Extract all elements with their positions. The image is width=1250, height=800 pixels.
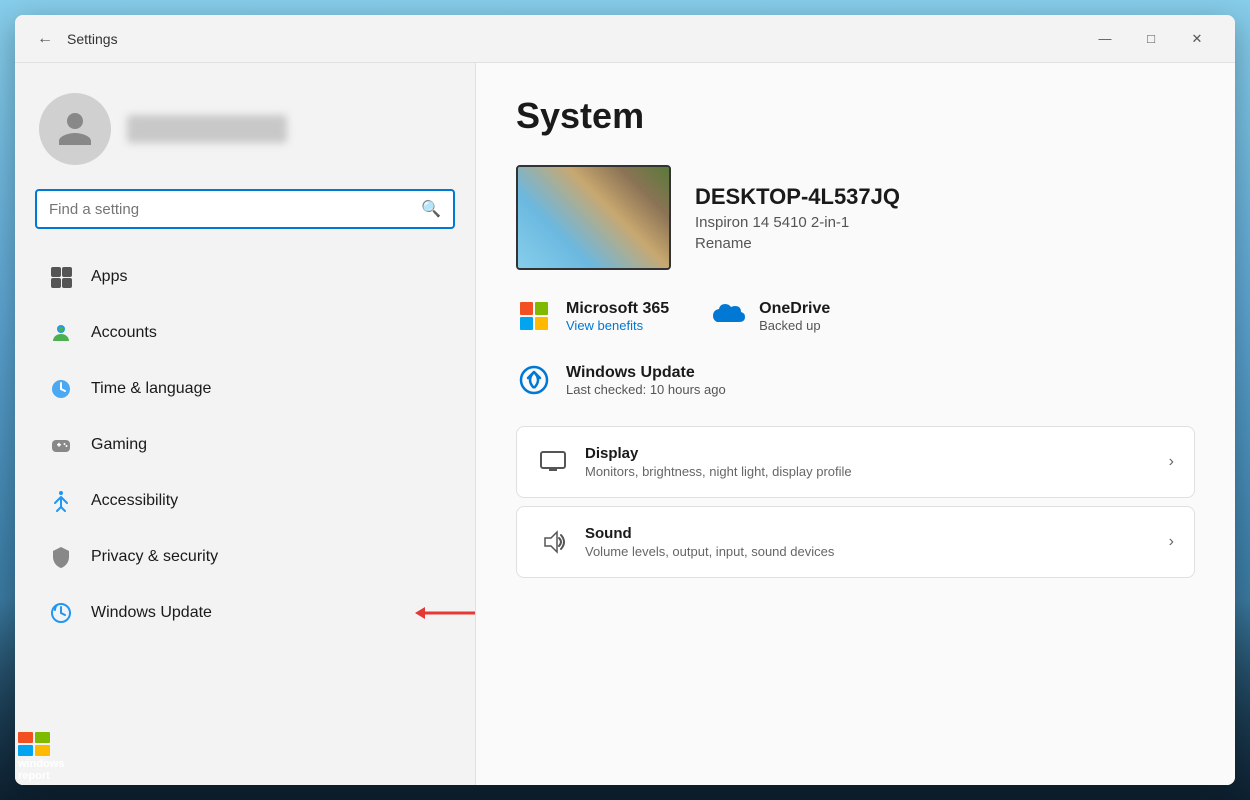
sound-chevron: › <box>1169 533 1174 551</box>
accessibility-icon <box>47 487 75 515</box>
accessibility-label: Accessibility <box>91 492 178 510</box>
title-bar: ← Settings — □ ✕ <box>15 15 1235 63</box>
window-title: Settings <box>67 31 1083 47</box>
rename-link[interactable]: Rename <box>695 235 900 252</box>
update-info: Windows Update Last checked: 10 hours ag… <box>566 364 726 397</box>
display-icon <box>537 446 569 478</box>
sound-name: Sound <box>585 525 1153 542</box>
accounts-label: Accounts <box>91 324 157 342</box>
watermark: windows report <box>18 732 64 782</box>
ms365-info: Microsoft 365 View benefits <box>566 300 669 333</box>
sidebar-item-privacy-security[interactable]: Privacy & security <box>23 529 467 585</box>
nav-items: Apps Accounts <box>15 249 475 641</box>
red-arrow-annotation <box>415 601 475 625</box>
privacy-security-label: Privacy & security <box>91 548 218 566</box>
pc-model: Inspiron 14 5410 2-in-1 <box>695 214 900 231</box>
apps-label: Apps <box>91 268 127 286</box>
onedrive-name: OneDrive <box>759 300 830 318</box>
gaming-icon <box>47 431 75 459</box>
sidebar-item-time-language[interactable]: Time & language <box>23 361 467 417</box>
settings-cards: Display Monitors, brightness, night ligh… <box>516 426 1195 578</box>
sidebar: 🔍 Apps <box>15 63 475 785</box>
sidebar-item-accounts[interactable]: Accounts <box>23 305 467 361</box>
pc-thumbnail <box>516 165 671 270</box>
time-icon <box>47 375 75 403</box>
avatar[interactable] <box>39 93 111 165</box>
display-info: Display Monitors, brightness, night ligh… <box>585 445 1153 479</box>
update-sub: Last checked: 10 hours ago <box>566 382 726 397</box>
apps-icon <box>47 263 75 291</box>
close-button[interactable]: ✕ <box>1175 23 1219 55</box>
maximize-button[interactable]: □ <box>1129 23 1173 55</box>
main-layout: 🔍 Apps <box>15 63 1235 785</box>
ms365-service[interactable]: Microsoft 365 View benefits <box>516 298 669 334</box>
update-row-icon <box>516 362 552 398</box>
content-area: System DESKTOP-4L537JQ Inspiron 14 5410 … <box>475 63 1235 785</box>
minimize-button[interactable]: — <box>1083 23 1127 55</box>
windows-update-container: Windows Update <box>15 585 475 641</box>
update-name: Windows Update <box>566 364 726 382</box>
ms365-icon <box>516 298 552 334</box>
windows-update-row[interactable]: Windows Update Last checked: 10 hours ag… <box>516 362 1195 398</box>
onedrive-info: OneDrive Backed up <box>759 300 830 333</box>
ms365-sub: View benefits <box>566 318 669 333</box>
display-desc: Monitors, brightness, night light, displ… <box>585 464 1153 479</box>
time-language-label: Time & language <box>91 380 211 398</box>
sound-icon <box>537 526 569 558</box>
sidebar-item-gaming[interactable]: Gaming <box>23 417 467 473</box>
sound-desc: Volume levels, output, input, sound devi… <box>585 544 1153 559</box>
user-icon <box>55 109 95 149</box>
gaming-label: Gaming <box>91 436 147 454</box>
onedrive-icon <box>709 298 745 334</box>
windows-update-label: Windows Update <box>91 604 212 622</box>
window-controls: — □ ✕ <box>1083 23 1219 55</box>
user-profile <box>15 83 475 189</box>
page-title: System <box>516 95 1195 137</box>
privacy-icon <box>47 543 75 571</box>
ms365-name: Microsoft 365 <box>566 300 669 318</box>
watermark-line1: windows <box>18 758 64 770</box>
sound-info: Sound Volume levels, output, input, soun… <box>585 525 1153 559</box>
user-name-blurred <box>127 115 287 143</box>
update-icon <box>47 599 75 627</box>
sidebar-item-windows-update[interactable]: Windows Update <box>23 585 467 641</box>
onedrive-sub: Backed up <box>759 318 830 333</box>
watermark-line2: report <box>18 770 64 782</box>
pc-name: DESKTOP-4L537JQ <box>695 184 900 210</box>
search-icon: 🔍 <box>421 199 441 219</box>
settings-window: ← Settings — □ ✕ 🔍 <box>15 15 1235 785</box>
sidebar-item-accessibility[interactable]: Accessibility <box>23 473 467 529</box>
windows-logo <box>18 732 50 756</box>
sidebar-item-apps[interactable]: Apps <box>23 249 467 305</box>
accounts-icon <box>47 319 75 347</box>
back-button[interactable]: ← <box>31 25 59 53</box>
pc-details: DESKTOP-4L537JQ Inspiron 14 5410 2-in-1 … <box>695 184 900 252</box>
services-row: Microsoft 365 View benefits OneDrive Bac… <box>516 298 1195 334</box>
pc-info: DESKTOP-4L537JQ Inspiron 14 5410 2-in-1 … <box>516 165 1195 270</box>
search-box[interactable]: 🔍 <box>35 189 455 229</box>
sound-card[interactable]: Sound Volume levels, output, input, soun… <box>516 506 1195 578</box>
display-chevron: › <box>1169 453 1174 471</box>
onedrive-service[interactable]: OneDrive Backed up <box>709 298 830 334</box>
display-card[interactable]: Display Monitors, brightness, night ligh… <box>516 426 1195 498</box>
display-name: Display <box>585 445 1153 462</box>
search-input[interactable] <box>49 201 413 218</box>
